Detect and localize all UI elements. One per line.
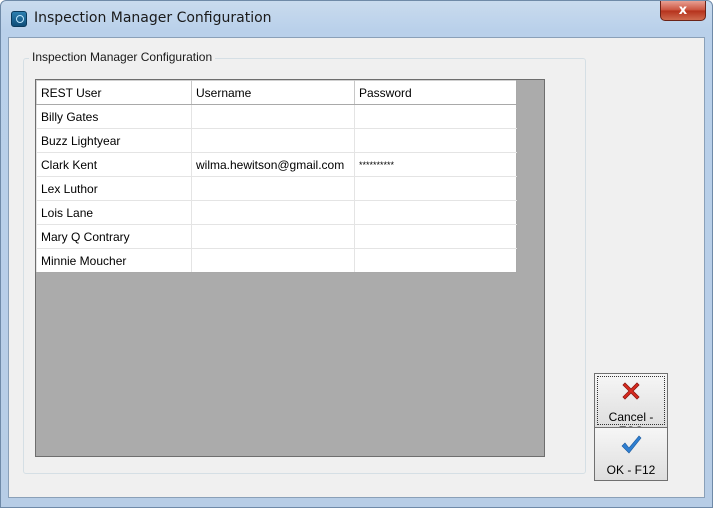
title-bar[interactable]: Inspection Manager Configuration x (1, 1, 712, 37)
app-icon (11, 11, 27, 27)
rest-user-cell[interactable]: Lois Lane (36, 200, 192, 225)
password-cell[interactable] (354, 104, 517, 129)
rest-user-cell[interactable]: Lex Luthor (36, 176, 192, 201)
rest-user-table: REST User Username Password Billy Gates … (36, 80, 517, 273)
table-row[interactable]: Clark Kent wilma.hewitson@gmail.com ****… (36, 152, 517, 177)
username-cell[interactable] (191, 104, 355, 129)
table-row[interactable]: Lois Lane (36, 200, 517, 225)
password-cell[interactable] (354, 176, 517, 201)
dialog-window: Inspection Manager Configuration x Inspe… (0, 0, 713, 508)
table-row[interactable]: Lex Luthor (36, 176, 517, 201)
rest-user-cell[interactable]: Billy Gates (36, 104, 192, 129)
close-button[interactable]: x (660, 1, 706, 21)
column-header-password[interactable]: Password (354, 80, 517, 105)
username-cell[interactable] (191, 248, 355, 273)
column-header-username[interactable]: Username (191, 80, 355, 105)
rest-user-grid[interactable]: REST User Username Password Billy Gates … (35, 79, 545, 457)
table-header-row: REST User Username Password (36, 80, 517, 105)
password-cell[interactable] (354, 224, 517, 249)
password-cell[interactable] (354, 128, 517, 153)
password-cell[interactable] (354, 248, 517, 273)
dialog-client-area: Inspection Manager Configuration REST Us… (8, 37, 705, 498)
blue-checkmark-icon (621, 435, 642, 454)
username-cell[interactable] (191, 128, 355, 153)
username-cell[interactable]: wilma.hewitson@gmail.com (191, 152, 355, 177)
username-cell[interactable] (191, 200, 355, 225)
groupbox-title: Inspection Manager Configuration (29, 50, 216, 64)
username-cell[interactable] (191, 224, 355, 249)
rest-user-cell[interactable]: Mary Q Contrary (36, 224, 192, 249)
table-row[interactable]: Minnie Moucher (36, 248, 517, 273)
red-x-icon (622, 382, 640, 400)
rest-user-cell[interactable]: Clark Kent (36, 152, 192, 177)
ok-button-label: OK - F12 (606, 463, 656, 477)
rest-user-cell[interactable]: Buzz Lightyear (36, 128, 192, 153)
column-header-rest-user[interactable]: REST User (36, 80, 192, 105)
password-cell[interactable] (354, 200, 517, 225)
ok-button[interactable]: OK - F12 (594, 427, 668, 481)
cancel-button[interactable]: Cancel - ESC (594, 373, 668, 438)
username-cell[interactable] (191, 176, 355, 201)
password-cell[interactable]: ********** (354, 152, 517, 177)
rest-user-cell[interactable]: Minnie Moucher (36, 248, 192, 273)
table-row[interactable]: Mary Q Contrary (36, 224, 517, 249)
window-title: Inspection Manager Configuration (34, 10, 272, 26)
table-row[interactable]: Buzz Lightyear (36, 128, 517, 153)
table-row[interactable]: Billy Gates (36, 104, 517, 129)
